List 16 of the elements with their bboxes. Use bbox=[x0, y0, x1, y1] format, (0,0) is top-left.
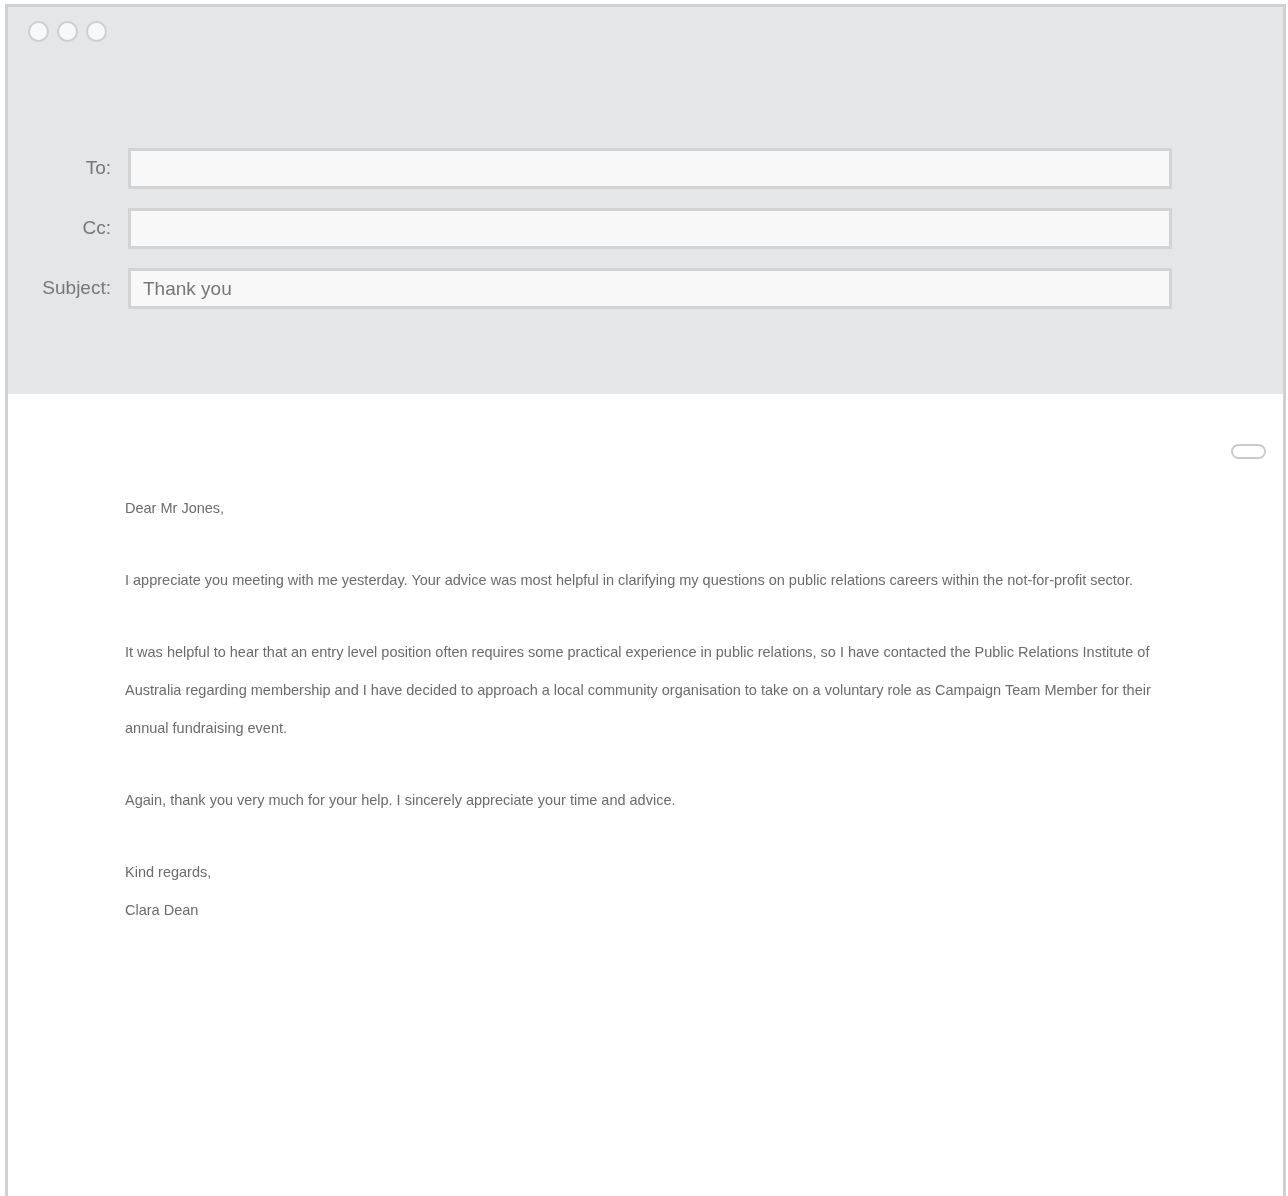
scroll-handle[interactable] bbox=[1231, 444, 1266, 459]
window-control-button[interactable] bbox=[28, 21, 49, 42]
input-field[interactable] bbox=[128, 148, 1172, 189]
field-label: To: bbox=[84, 156, 112, 181]
input-field[interactable]: Thank you bbox=[128, 268, 1172, 309]
letter-paragraph: It was helpful to hear that an entry level position often requires some practical experience in public relations, so I have contacted the Public Relations Institute of Australia regarding membership and I have decided to approach a local community organisation to take on a voluntary role as Campaign Team Member for their annual fundraising event. bbox=[125, 643, 1152, 738]
letter-paragraph: I appreciate you meeting with me yesterday. Your advice was most helpful in clarifying my questions on public relations careers within the not-for-profit sector. bbox=[125, 571, 1134, 590]
letter-paragraph: Kind regards, bbox=[125, 863, 213, 882]
window-control-button[interactable] bbox=[57, 21, 78, 42]
field-label: Cc: bbox=[81, 216, 112, 241]
input-field[interactable] bbox=[128, 208, 1172, 249]
letter-paragraph: Clara Dean bbox=[125, 901, 200, 920]
field-label: Subject: bbox=[41, 276, 112, 301]
window-control-button[interactable] bbox=[86, 21, 107, 42]
letter-paragraph: Dear Mr Jones, bbox=[125, 499, 226, 518]
letter-paragraph: Again, thank you very much for your help. I sincerely appreciate your time and advice. bbox=[125, 791, 677, 810]
